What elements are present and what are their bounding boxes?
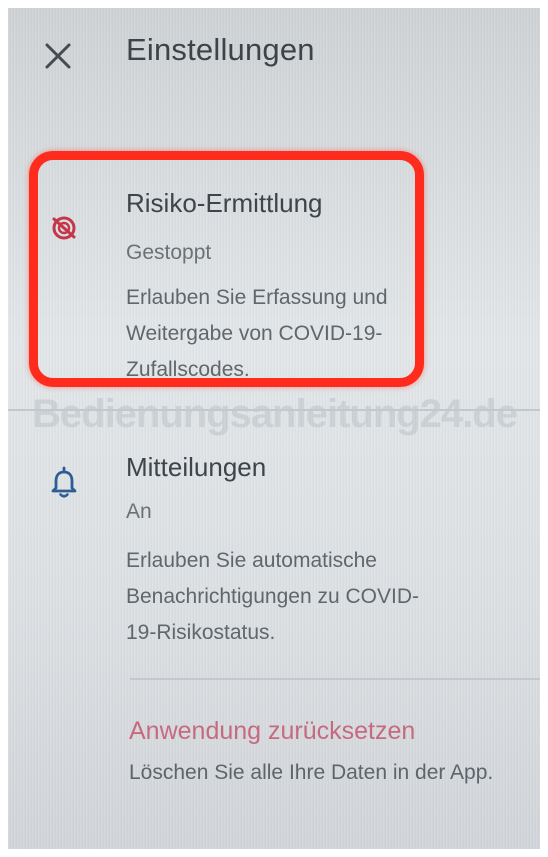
- risk-detection-description: Erlauben Sie Erfassung und Weitergabe vo…: [126, 286, 388, 381]
- settings-item-notifications[interactable]: Mitteilungen An Erlauben Sie automatisch…: [8, 438, 540, 663]
- page-title: Einstellungen: [126, 32, 315, 67]
- watermark: Bedienungsanleitung24.de: [32, 392, 518, 436]
- close-button[interactable]: [38, 36, 78, 76]
- notifications-title: Mitteilungen: [126, 452, 267, 482]
- reset-app-description: Löschen Sie alle Ihre Daten in der App.: [129, 761, 494, 784]
- app-header: Einstellungen: [8, 8, 540, 104]
- divider: [8, 409, 540, 411]
- notifications-status: An: [126, 500, 152, 523]
- divider: [130, 678, 540, 680]
- settings-item-risk-detection[interactable]: Risiko-Ermittlung Gestoppt Erlauben Sie …: [8, 168, 540, 393]
- notifications-description: Erlauben Sie automatische Benachrichtigu…: [126, 549, 419, 644]
- app-screen: Einstellungen Risiko-Ermittlung Gestoppt…: [8, 8, 540, 849]
- risk-detection-title: Risiko-Ermittlung: [126, 188, 323, 218]
- reset-app-button[interactable]: Anwendung zurücksetzen: [129, 717, 415, 746]
- risk-detection-status: Gestoppt: [126, 241, 212, 264]
- bell-icon: [44, 463, 84, 503]
- close-icon: [45, 43, 71, 69]
- exposure-notification-off-icon: [44, 208, 84, 248]
